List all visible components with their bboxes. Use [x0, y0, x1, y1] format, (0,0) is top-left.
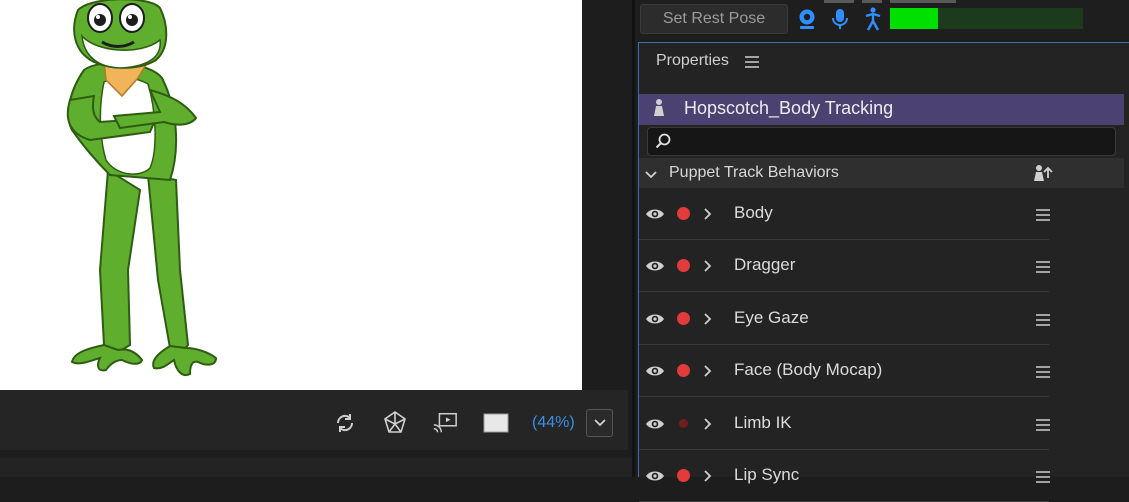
set-rest-pose-button[interactable]: Set Rest Pose: [640, 4, 788, 34]
behavior-label: Body: [734, 203, 773, 222]
eye-visibility-icon[interactable]: [645, 469, 665, 488]
behavior-label: Face (Body Mocap): [734, 360, 883, 380]
chevron-down-icon: [593, 419, 606, 427]
webcam-icon[interactable]: [796, 6, 818, 32]
scrap-artifact: [890, 0, 956, 3]
microphone-icon[interactable]: [829, 6, 851, 32]
puppet-name: Hopscotch_Body Tracking: [684, 98, 894, 118]
panel-divider[interactable]: [632, 0, 635, 477]
chevron-right-icon[interactable]: [704, 207, 712, 225]
section-title: Puppet Track Behaviors: [669, 164, 839, 181]
chevron-right-icon[interactable]: [704, 259, 712, 277]
eye-visibility-icon[interactable]: [645, 259, 665, 278]
hamburger-menu-icon[interactable]: [1036, 208, 1050, 226]
hamburger-menu-icon[interactable]: [1036, 260, 1050, 278]
meter-fill: [890, 8, 939, 29]
eye-visibility-icon[interactable]: [645, 364, 665, 383]
timeline-panel[interactable]: [0, 458, 632, 477]
scene-canvas[interactable]: [0, 0, 582, 390]
zoom-level[interactable]: (44%): [532, 414, 575, 432]
arm-toggle-dot[interactable]: [677, 469, 690, 482]
body-tracking-icon[interactable]: [862, 6, 884, 32]
input-level-meter: [890, 8, 1083, 29]
arm-toggle-dot[interactable]: [677, 207, 690, 220]
zoom-dropdown-button[interactable]: [586, 409, 613, 437]
eye-visibility-icon[interactable]: [645, 417, 665, 436]
chevron-down-icon[interactable]: [645, 166, 657, 184]
search-input[interactable]: [647, 127, 1116, 156]
arm-toggle-dot[interactable]: [679, 418, 688, 428]
background-swatch-icon[interactable]: [483, 409, 509, 437]
behavior-row[interactable]: [639, 450, 1049, 502]
search-icon: [655, 133, 671, 154]
puppet-icon: [652, 99, 666, 122]
behavior-row[interactable]: [639, 398, 1049, 450]
behavior-label: Dragger: [734, 255, 796, 275]
behavior-label: Eye Gaze: [734, 307, 809, 327]
cast-icon[interactable]: [432, 409, 458, 437]
behavior-row[interactable]: [639, 293, 1049, 345]
frog-puppet-artwork: [66, 0, 218, 376]
hamburger-menu-icon[interactable]: [745, 55, 759, 73]
behavior-label: Lip Sync: [734, 465, 800, 484]
chevron-right-icon[interactable]: [704, 417, 712, 435]
refresh-icon[interactable]: [332, 409, 358, 437]
behavior-label: Limb IK: [734, 412, 792, 432]
chevron-right-icon[interactable]: [704, 312, 712, 330]
scrap-artifact: [862, 0, 882, 3]
behavior-row[interactable]: [639, 188, 1049, 240]
eye-visibility-icon[interactable]: [645, 312, 665, 331]
chevron-right-icon[interactable]: [704, 364, 712, 382]
3d-object-icon[interactable]: [382, 409, 408, 437]
eye-visibility-icon[interactable]: [645, 207, 665, 226]
behavior-row[interactable]: [639, 240, 1049, 293]
hamburger-menu-icon[interactable]: [1036, 470, 1050, 488]
chevron-right-icon[interactable]: [704, 469, 712, 487]
scrap-artifact: [824, 0, 854, 3]
panel-title: Properties: [656, 52, 729, 69]
hamburger-menu-icon[interactable]: [1036, 365, 1050, 383]
add-behavior-icon[interactable]: [1033, 164, 1053, 187]
hamburger-menu-icon[interactable]: [1036, 313, 1050, 331]
hamburger-menu-icon[interactable]: [1036, 418, 1050, 436]
arm-toggle-dot[interactable]: [677, 311, 690, 325]
